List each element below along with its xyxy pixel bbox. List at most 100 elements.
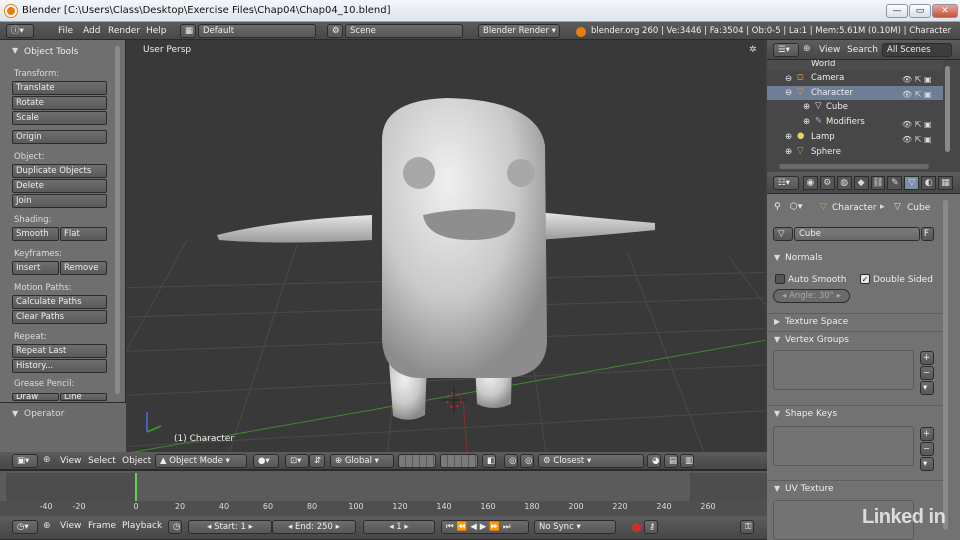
mode-dropdown[interactable]: ▲ Object Mode ▾ <box>155 454 247 468</box>
menu-help[interactable]: Help <box>146 20 167 42</box>
double-sided-checkbox[interactable]: ✓ <box>860 274 870 284</box>
render-tab-icon[interactable]: ◉ <box>803 176 818 190</box>
shape-keys-panel-header[interactable]: ▼ Shape Keys <box>768 405 943 421</box>
fake-user-button[interactable]: F <box>921 227 934 241</box>
expand-icon[interactable]: ⊕ <box>785 132 792 142</box>
data-tab-icon[interactable]: ▽ <box>904 176 920 190</box>
remove-vertex-group-button[interactable]: − <box>920 366 934 380</box>
add-shape-key-button[interactable]: + <box>920 427 934 441</box>
shape-keys-list[interactable] <box>773 426 914 466</box>
world-tab-icon[interactable]: ◍ <box>836 176 852 190</box>
properties-editor-type-button[interactable]: ☷▾ <box>773 176 799 190</box>
menu-view[interactable]: View <box>60 450 81 472</box>
layer-buttons-2[interactable] <box>440 454 478 468</box>
angle-field[interactable]: ◂ Angle: 30° ▸ <box>773 289 850 303</box>
current-frame-field[interactable]: ◂ 1 ▸ <box>363 520 435 534</box>
insert-keyframe-button[interactable]: Insert <box>12 261 59 275</box>
timeline-collapse-icon[interactable]: ⊕ <box>43 521 51 531</box>
visibility-eye-icons[interactable]: 👁 ⇱ ▣ 👁 ⇱ ▣ 👁 ⇱ ▣ 👁 ⇱ ▣ <box>902 72 942 162</box>
editor-type-button[interactable]: ⓘ▾ <box>6 24 34 38</box>
screen-layout-field[interactable]: Default <box>198 24 316 38</box>
outliner-row[interactable]: World <box>767 60 943 71</box>
clear-paths-button[interactable]: Clear Paths <box>12 310 107 324</box>
mesh-type-button[interactable]: ▽ <box>773 227 793 241</box>
menu-search[interactable]: Search <box>847 39 878 61</box>
line-button[interactable]: Line <box>60 393 107 401</box>
header-collapse-icon[interactable]: ⊕ <box>43 455 51 465</box>
remove-shape-key-button[interactable]: − <box>920 442 934 456</box>
object-tab-icon[interactable]: ◆ <box>853 176 869 190</box>
mesh-datablock-field[interactable]: Cube <box>794 227 920 241</box>
tool-shelf-scrollbar[interactable] <box>115 46 120 394</box>
pivot-dropdown[interactable]: ⊡▾ <box>285 454 309 468</box>
sync-dropdown[interactable]: No Sync ▾ <box>534 520 616 534</box>
properties-context-tabs[interactable]: ◉ ⚙ ◍ ◆ ⛓ ✎ ▽ ◐ ▦ <box>803 176 954 190</box>
3d-viewport[interactable]: User Persp ✲ (1) Character <box>127 40 765 452</box>
menu-file[interactable]: File <box>58 20 73 42</box>
close-window-button[interactable]: ✕ <box>932 4 958 18</box>
outliner-collapse-icon[interactable]: ⊕ <box>803 44 811 54</box>
3d-cursor[interactable] <box>441 387 467 413</box>
expand-icon[interactable]: ⊖ <box>785 88 792 98</box>
render-preview-button[interactable]: ◕ <box>647 454 661 468</box>
scene-icon-button[interactable]: ⚙ <box>327 24 343 38</box>
remove-keyframe-button[interactable]: Remove <box>60 261 107 275</box>
orientation-dropdown[interactable]: ⊕ Global ▾ <box>330 454 394 468</box>
vertex-groups-panel-header[interactable]: ▼ Vertex Groups <box>768 331 943 347</box>
translate-button[interactable]: Translate <box>12 81 107 95</box>
render-engine-dropdown[interactable]: Blender Render ▾ <box>478 24 560 38</box>
viewport-shading-dropdown[interactable]: ●▾ <box>253 454 279 468</box>
flat-button[interactable]: Flat <box>60 227 107 241</box>
proportional-edit-button[interactable]: ◎ <box>504 454 518 468</box>
snap-target-dropdown[interactable]: ⚙ Closest ▾ <box>538 454 644 468</box>
rotate-button[interactable]: Rotate <box>12 96 107 110</box>
smooth-button[interactable]: Smooth <box>12 227 59 241</box>
properties-scrollbar[interactable] <box>943 200 948 530</box>
delete-button[interactable]: Delete <box>12 179 107 193</box>
uv-texture-panel-header[interactable]: ▼ UV Texture <box>768 480 943 496</box>
timeline-editor-type-button[interactable]: ◷▾ <box>12 520 38 534</box>
vertex-groups-list[interactable] <box>773 350 914 390</box>
menu-object[interactable]: Object <box>122 450 151 472</box>
calculate-paths-button[interactable]: Calculate Paths <box>12 295 107 309</box>
keying-set-button[interactable]: ⚷ <box>644 520 658 534</box>
menu-playback[interactable]: Playback <box>122 515 162 537</box>
minimize-button[interactable]: — <box>886 4 908 18</box>
preview-range-button[interactable]: ◷ <box>168 520 182 534</box>
object-tools-panel-header[interactable]: ▼ Object Tools <box>6 44 110 60</box>
manipulator-toggle[interactable]: ⇵ <box>309 454 325 468</box>
constraints-tab-icon[interactable]: ⛓ <box>870 176 886 190</box>
viewport-editor-type-button[interactable]: ▣▾ <box>12 454 38 468</box>
pin-icon[interactable]: ⚲ <box>774 202 781 212</box>
shape-key-specials-button[interactable]: ▾ <box>920 457 934 471</box>
expand-icon[interactable]: ⊕ <box>785 147 792 157</box>
outliner-scrollbar[interactable] <box>945 66 950 152</box>
start-frame-field[interactable]: ◂ Start: 1 ▸ <box>188 520 272 534</box>
playback-controls[interactable]: ⏮⏪◀▶⏩⏭ <box>441 520 529 534</box>
opengl-render-button[interactable]: ▤ <box>664 454 678 468</box>
history-button[interactable]: History... <box>12 359 107 373</box>
draw-button[interactable]: Draw <box>12 393 59 401</box>
outliner-editor-type-button[interactable]: ☰▾ <box>773 43 799 57</box>
expand-icon[interactable]: ⊕ <box>803 117 810 127</box>
texture-space-panel-header[interactable]: ▶ Texture Space <box>768 313 943 329</box>
repeat-last-button[interactable]: Repeat Last <box>12 344 107 358</box>
vertex-group-specials-button[interactable]: ▾ <box>920 381 934 395</box>
join-button[interactable]: Join <box>12 194 107 208</box>
modifiers-tab-icon[interactable]: ✎ <box>887 176 903 190</box>
timeline-area[interactable] <box>0 470 767 517</box>
scene-tab-icon[interactable]: ⚙ <box>819 176 835 190</box>
record-icon[interactable] <box>632 523 641 532</box>
duplicate-objects-button[interactable]: Duplicate Objects <box>12 164 107 178</box>
menu-add[interactable]: Add <box>83 20 100 42</box>
scene-field[interactable]: Scene <box>345 24 463 38</box>
normals-panel-header[interactable]: ▼ Normals <box>768 250 943 266</box>
scale-button[interactable]: Scale <box>12 111 107 125</box>
outliner-h-scrollbar[interactable] <box>779 164 929 169</box>
expand-icon[interactable]: ⊖ <box>785 74 792 84</box>
origin-button[interactable]: Origin <box>12 130 107 144</box>
menu-outliner-view[interactable]: View <box>819 39 840 61</box>
menu-render[interactable]: Render <box>108 20 140 42</box>
lock-layers-button[interactable]: ◧ <box>482 454 496 468</box>
auto-smooth-checkbox[interactable] <box>775 274 785 284</box>
